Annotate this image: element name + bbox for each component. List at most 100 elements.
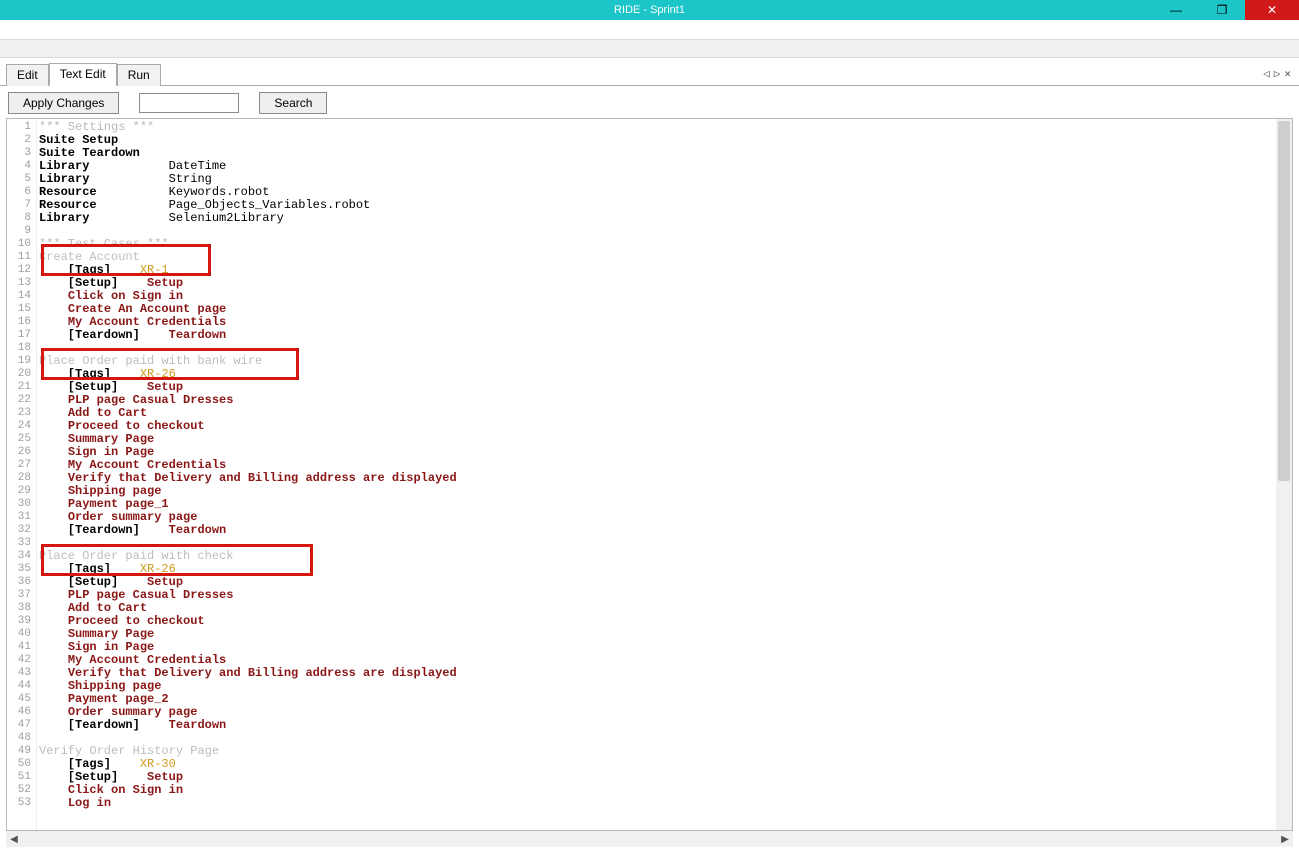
code-line[interactable]: Verify Order History Page bbox=[39, 745, 1276, 758]
code-line[interactable]: Summary Page bbox=[39, 433, 1276, 446]
code-line[interactable]: Proceed to checkout bbox=[39, 420, 1276, 433]
line-number: 42 bbox=[7, 654, 31, 667]
code-line[interactable]: Log in bbox=[39, 797, 1276, 810]
code-line[interactable]: Place Order paid with check bbox=[39, 550, 1276, 563]
line-gutter: 1234567891011121314151617181920212223242… bbox=[7, 119, 37, 830]
line-number: 35 bbox=[7, 563, 31, 576]
line-number: 9 bbox=[7, 225, 31, 238]
line-number: 7 bbox=[7, 199, 31, 212]
code-line[interactable]: Click on Sign in bbox=[39, 784, 1276, 797]
line-number: 17 bbox=[7, 329, 31, 342]
line-number: 22 bbox=[7, 394, 31, 407]
line-number: 5 bbox=[7, 173, 31, 186]
line-number: 28 bbox=[7, 472, 31, 485]
code-line[interactable]: [Tags] XR-26 bbox=[39, 368, 1276, 381]
line-number: 46 bbox=[7, 706, 31, 719]
code-line[interactable]: [Setup] Setup bbox=[39, 771, 1276, 784]
line-number: 52 bbox=[7, 784, 31, 797]
code-line[interactable]: [Tags] XR-1 bbox=[39, 264, 1276, 277]
code-line[interactable] bbox=[39, 225, 1276, 238]
line-number: 3 bbox=[7, 147, 31, 160]
line-number: 48 bbox=[7, 732, 31, 745]
code-area[interactable]: *** Settings ***Suite SetupSuite Teardow… bbox=[37, 119, 1276, 830]
code-line[interactable]: Payment page_1 bbox=[39, 498, 1276, 511]
line-number: 33 bbox=[7, 537, 31, 550]
close-button[interactable]: ✕ bbox=[1245, 0, 1299, 20]
line-number: 40 bbox=[7, 628, 31, 641]
tab-text-edit[interactable]: Text Edit bbox=[49, 63, 117, 86]
code-line[interactable]: [Teardown] Teardown bbox=[39, 524, 1276, 537]
code-line[interactable]: Verify that Delivery and Billing address… bbox=[39, 472, 1276, 485]
apply-changes-button[interactable]: Apply Changes bbox=[8, 92, 119, 114]
line-number: 13 bbox=[7, 277, 31, 290]
line-number: 26 bbox=[7, 446, 31, 459]
tabs-row: Edit Text Edit Run ◁ ▷ ✕ bbox=[0, 58, 1299, 86]
tab-next-icon[interactable]: ▷ bbox=[1274, 67, 1281, 81]
line-number: 25 bbox=[7, 433, 31, 446]
window-title: RIDE - Sprint1 bbox=[614, 4, 685, 16]
line-number: 15 bbox=[7, 303, 31, 316]
toolbar-separator bbox=[0, 40, 1299, 58]
hscroll-right-icon[interactable]: ▶ bbox=[1277, 834, 1293, 845]
tab-run[interactable]: Run bbox=[117, 64, 161, 86]
code-line[interactable]: Verify that Delivery and Billing address… bbox=[39, 667, 1276, 680]
code-line[interactable]: PLP page Casual Dresses bbox=[39, 394, 1276, 407]
line-number: 32 bbox=[7, 524, 31, 537]
code-line[interactable]: Library DateTime bbox=[39, 160, 1276, 173]
line-number: 20 bbox=[7, 368, 31, 381]
line-number: 45 bbox=[7, 693, 31, 706]
line-number: 39 bbox=[7, 615, 31, 628]
vertical-scrollbar[interactable] bbox=[1276, 119, 1292, 830]
line-number: 4 bbox=[7, 160, 31, 173]
line-number: 21 bbox=[7, 381, 31, 394]
line-number: 36 bbox=[7, 576, 31, 589]
menubar bbox=[0, 20, 1299, 40]
line-number: 11 bbox=[7, 251, 31, 264]
line-number: 49 bbox=[7, 745, 31, 758]
code-line[interactable]: PLP page Casual Dresses bbox=[39, 589, 1276, 602]
line-number: 44 bbox=[7, 680, 31, 693]
line-number: 6 bbox=[7, 186, 31, 199]
line-number: 34 bbox=[7, 550, 31, 563]
tab-edit[interactable]: Edit bbox=[6, 64, 49, 86]
code-line[interactable]: *** Settings *** bbox=[39, 121, 1276, 134]
code-line[interactable]: Payment page_2 bbox=[39, 693, 1276, 706]
hscroll-left-icon[interactable]: ◀ bbox=[6, 834, 22, 845]
code-line[interactable]: Add to Cart bbox=[39, 602, 1276, 615]
line-number: 1 bbox=[7, 121, 31, 134]
line-number: 27 bbox=[7, 459, 31, 472]
code-line[interactable]: [Teardown] Teardown bbox=[39, 719, 1276, 732]
code-line[interactable]: [Tags] XR-30 bbox=[39, 758, 1276, 771]
line-number: 16 bbox=[7, 316, 31, 329]
code-line[interactable]: Summary Page bbox=[39, 628, 1276, 641]
code-line[interactable]: [Tags] XR-26 bbox=[39, 563, 1276, 576]
restore-button[interactable]: ❐ bbox=[1199, 0, 1245, 20]
code-line[interactable]: Suite Setup bbox=[39, 134, 1276, 147]
code-line[interactable]: Create Account bbox=[39, 251, 1276, 264]
code-line[interactable]: Shipping page bbox=[39, 680, 1276, 693]
line-number: 12 bbox=[7, 264, 31, 277]
code-line[interactable]: Proceed to checkout bbox=[39, 615, 1276, 628]
minimize-button[interactable]: — bbox=[1153, 0, 1199, 20]
vertical-scroll-thumb[interactable] bbox=[1278, 121, 1290, 481]
code-line[interactable] bbox=[39, 732, 1276, 745]
search-input[interactable] bbox=[139, 93, 239, 113]
line-number: 41 bbox=[7, 641, 31, 654]
code-line[interactable]: Add to Cart bbox=[39, 407, 1276, 420]
code-line[interactable]: Library Selenium2Library bbox=[39, 212, 1276, 225]
line-number: 14 bbox=[7, 290, 31, 303]
code-line[interactable]: [Setup] Setup bbox=[39, 277, 1276, 290]
code-line[interactable]: [Teardown] Teardown bbox=[39, 329, 1276, 342]
code-line[interactable]: *** Test Cases *** bbox=[39, 238, 1276, 251]
hscroll-track[interactable] bbox=[22, 833, 1277, 845]
code-line[interactable]: Place Order paid with bank wire bbox=[39, 355, 1276, 368]
horizontal-scrollbar[interactable]: ◀ ▶ bbox=[6, 831, 1293, 847]
tab-prev-icon[interactable]: ◁ bbox=[1263, 67, 1270, 81]
line-number: 18 bbox=[7, 342, 31, 355]
line-number: 38 bbox=[7, 602, 31, 615]
code-line[interactable]: Shipping page bbox=[39, 485, 1276, 498]
tab-close-icon[interactable]: ✕ bbox=[1284, 67, 1291, 81]
editor: 1234567891011121314151617181920212223242… bbox=[6, 118, 1293, 831]
search-button[interactable]: Search bbox=[259, 92, 327, 114]
line-number: 23 bbox=[7, 407, 31, 420]
